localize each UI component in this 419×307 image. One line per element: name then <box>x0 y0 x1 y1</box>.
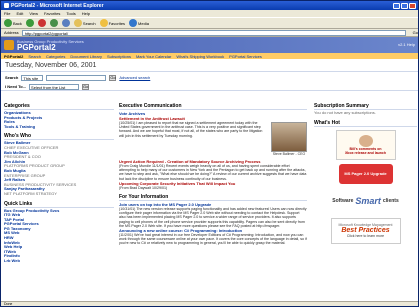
promo-text: Software <box>332 197 354 204</box>
fyi-heading: For Your Information <box>119 194 307 202</box>
portrait-icon <box>358 134 373 147</box>
photo-caption: Steve Ballmer - CEO <box>272 152 306 156</box>
promo-text: Smart <box>355 195 381 206</box>
quick-link[interactable]: Lrb Web <box>4 259 114 264</box>
forward-button[interactable] <box>25 19 34 27</box>
whats-hot-heading: What's Hot <box>314 120 417 127</box>
maximize-button[interactable] <box>401 2 408 9</box>
advanced-search-link[interactable]: Advanced search <box>119 75 150 80</box>
menu-tools[interactable]: Tools <box>66 11 75 16</box>
address-label: Address <box>4 30 19 35</box>
whos-who-heading: Who's Who <box>4 133 114 141</box>
toolbar: Back Search Favorites Media <box>1 17 418 29</box>
article-body: (10/25/01) I am pleased to report that w… <box>119 121 263 138</box>
i-need-to-go-button[interactable]: Go <box>82 83 90 90</box>
star-icon <box>99 19 108 27</box>
i-need-to-select[interactable]: Select from the List <box>29 83 80 90</box>
subscription-text: You do not have any subscriptions. <box>314 111 376 115</box>
portal-banner: Business Group Productivity Services PGP… <box>1 37 418 53</box>
nav-document-library[interactable]: Document Library <box>70 54 102 59</box>
search-row: Search This site Go Advanced search <box>1 72 418 83</box>
menu-view[interactable]: View <box>29 11 38 16</box>
menu-edit[interactable]: Edit <box>16 11 23 16</box>
search-input[interactable] <box>46 74 107 81</box>
close-button[interactable] <box>409 2 416 9</box>
center-column: Executive Communication Vote Archives Se… <box>119 103 307 254</box>
xbox-promo[interactable]: Bill's comments on Xbox release and laun… <box>335 129 396 160</box>
search-scope-select[interactable]: This site <box>21 74 44 81</box>
exec-role: NET PLATFORM STRATEGY <box>4 191 57 196</box>
address-input[interactable]: http://pgportal2/pgportal/ <box>21 29 406 36</box>
title-bar: PGPortal2 - Microsoft Internet Explorer <box>1 1 418 10</box>
back-arrow-icon <box>4 19 12 27</box>
address-bar: Address http://pgportal2/pgportal/ Go <box>1 29 418 37</box>
best-practices-promo[interactable]: Microsoft Knowledge Management Best Prac… <box>330 217 401 244</box>
menu-file[interactable]: File <box>4 11 10 16</box>
left-column: Categories Organizations Products & Proj… <box>4 103 114 268</box>
category-tools[interactable]: Tools & Training <box>4 125 114 130</box>
article-body: (10/31/01) The new version release suppo… <box>119 207 307 228</box>
nav-subscriptions[interactable]: Subscriptions <box>107 54 131 59</box>
media-icon <box>129 19 138 27</box>
status-bar: Done <box>1 301 418 306</box>
right-column: Subscription Summary You do not have any… <box>314 103 417 248</box>
promo-text: clients <box>382 197 399 204</box>
nav-services[interactable]: PGPortal Services <box>229 54 262 59</box>
subscription-heading: Subscription Summary <box>314 103 417 110</box>
categories-heading: Categories <box>4 103 114 110</box>
ceo-photo: Steve Ballmer - CEO <box>271 122 307 156</box>
promo-text: Xbox release and launch <box>344 150 387 155</box>
main-columns: Categories Organizations Products & Proj… <box>1 103 418 306</box>
promo-text: Best Practices <box>341 227 390 235</box>
search-button[interactable]: Search <box>73 19 96 27</box>
search-label: Search <box>5 75 19 80</box>
nav-search[interactable]: Search <box>28 54 41 59</box>
menu-help[interactable]: Help <box>82 11 90 16</box>
portal-logo <box>4 40 14 50</box>
nav-whats-shipping[interactable]: What's Shipping Workbook <box>176 54 224 59</box>
back-button[interactable]: Back <box>4 19 22 27</box>
stop-button[interactable] <box>37 19 46 27</box>
promo-text: Click here to learn more <box>346 234 385 239</box>
banner-title: PGPortal2 <box>17 42 56 52</box>
i-need-to-label: I Need To... <box>5 84 27 89</box>
search-icon <box>73 19 82 27</box>
i-need-to-row: I Need To... Select from the List Go <box>1 83 418 91</box>
quick-links-heading: Quick Links <box>4 201 114 208</box>
nav-categories[interactable]: Categories <box>46 54 65 59</box>
article-body: (From Craig Mundie 11/1/01) Recent event… <box>119 164 307 181</box>
favorites-button[interactable]: Favorites <box>99 19 125 27</box>
article-body: (11/2/01) We've had great interest in ou… <box>119 233 307 246</box>
article-body: (From Brad Daywalt 10/29/01) <box>119 185 168 190</box>
page-date: Tuesday, November 06, 2001 <box>1 59 418 72</box>
go-button[interactable]: Go <box>413 30 418 35</box>
help-link[interactable]: v2.1 Help <box>398 42 415 47</box>
media-button[interactable]: Media <box>129 19 149 27</box>
nav-home[interactable]: PGPortal2 <box>4 54 23 59</box>
menu-favorites[interactable]: Favorites <box>44 11 60 16</box>
nav-calendar[interactable]: Mark Your Calendar <box>136 54 171 59</box>
menu-bar: File Edit View Favorites Tools Help <box>1 10 418 17</box>
executive-heading: Executive Communication <box>119 103 307 110</box>
ie-icon <box>4 3 9 8</box>
smart-clients-promo[interactable]: Software Smart clients <box>326 188 406 214</box>
home-button[interactable] <box>61 19 70 27</box>
refresh-button[interactable] <box>49 19 58 27</box>
window-title: PGPortal2 - Microsoft Internet Explorer <box>11 2 104 9</box>
minimize-button[interactable] <box>393 2 400 9</box>
browser-window: PGPortal2 - Microsoft Internet Explorer … <box>0 0 419 307</box>
search-go-button[interactable]: Go <box>109 74 117 81</box>
mspager-promo[interactable]: MS Pager 2.0 Upgrade <box>338 163 393 184</box>
